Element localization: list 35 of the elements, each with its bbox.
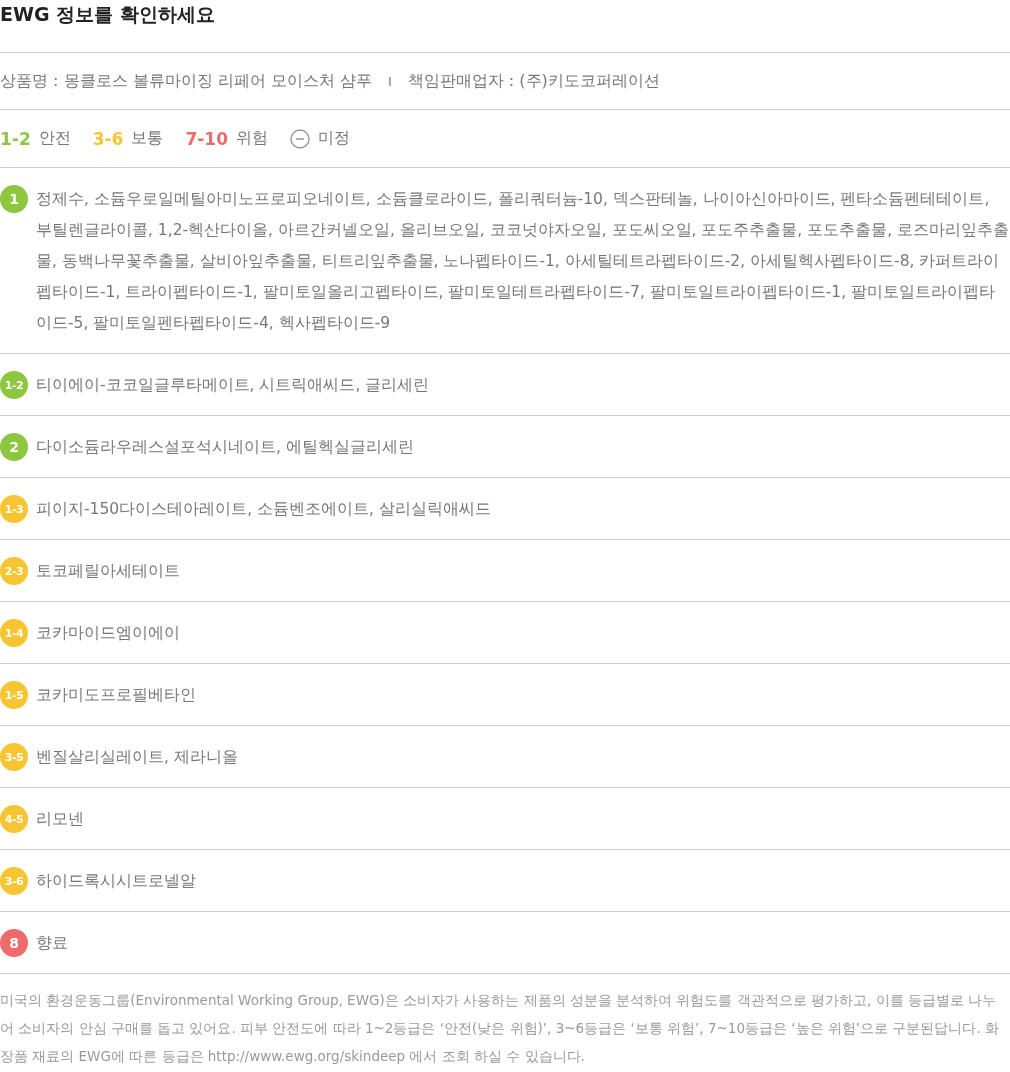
grade-badge: 3-5 xyxy=(0,743,28,771)
ingredient-list: 코카미도프로필베타인 xyxy=(36,680,196,711)
ewg-description: 미국의 환경운동그룹(Environmental Working Group, EWG)은 소비자가 사용하는 제품의 성분을 분석하여 위험도를 객관적으로 평가하고, 이를 등급별로 나누어 소비자의 안심 구매를 돕고 있어요. 피부 안전도에 따라 1~2등급은 ‘안전(낮은 위험)’, 3~6등급은 ‘보통 위험’, 7~10등급은 ‘높은 위험’으로 구분된답니다. 화장품 재료의 EWG에 따른 등급은 http://www.ewg.org/skindeep 에서 조회 하실 수 있습니다. xyxy=(0,991,1001,1066)
section-title: EWG 정보를 확인하세요 xyxy=(0,0,1010,53)
ingredient-list: 피이지-150다이스테아레이트, 소듐벤조에이트, 살리실릭애씨드 xyxy=(36,494,491,525)
separator: I xyxy=(387,73,392,89)
grade-range: 7-10 xyxy=(185,128,228,149)
grade-badge: 1-5 xyxy=(0,681,28,709)
ingredient-list: 리모넨 xyxy=(36,804,84,835)
ingredient-list: 하이드록시시트로넬알 xyxy=(36,866,196,897)
minus-circle-icon xyxy=(290,128,310,149)
grade-badge: 1-2 xyxy=(0,371,28,399)
ingredient-list: 벤질살리실레이트, 제라니올 xyxy=(36,742,238,773)
ingredient-list: 향료 xyxy=(36,928,68,959)
grade-label: 위험 xyxy=(236,128,268,149)
grade-badge: 2-3 xyxy=(0,557,28,585)
grade-label: 미정 xyxy=(318,128,350,149)
grade-badge: 2 xyxy=(0,433,28,461)
ingredient-list: 티이에이-코코일글루타메이트, 시트릭애씨드, 글리세린 xyxy=(36,370,430,401)
grade-badge: 1 xyxy=(0,185,28,213)
grade-badge: 8 xyxy=(0,929,28,957)
grade-badge: 1-3 xyxy=(0,495,28,523)
grade-range: 1-2 xyxy=(0,128,31,149)
grade-badge: 4-5 xyxy=(0,805,28,833)
ingredient-list: 다이소듐라우레스설포석시네이트, 에틸헥실글리세린 xyxy=(36,432,414,463)
ingredient-list: 정제수, 소듐우로일메틸아미노프로피오네이트, 소듐클로라이드, 폴리쿼터늄-10, 덱스판테놀, 나이아신아마이드, 펜타소듐펜테테이트, 부틸렌글라이콜, 1,2-헥산다이올, 아르간커넬오일, 올리브오일, 코코넛야자오일, 포도씨오일, 포도주추출물, 포도추출물, 로즈마리잎추출물, 동백나무꽃추출물, 살비아잎추출물, 티트리잎추출물, 노나펩타이드-1, 아세틸테트라펩타이드-2, 아세틸헥사펩타이드-8, 카퍼트라이펩타이드-1, 트라이펩타이드-1, 팔미토일올리고펩타이드, 팔미토일테트라펩타이드-7, 팔미토일트라이펩타이드-1, 팔미토일트라이펩타이드-5, 팔미토일펜타펩타이드-4, 헥사펩타이드-9 xyxy=(36,184,1010,339)
ingredient-list: 코카마이드엠이에이 xyxy=(36,618,180,649)
grade-label: 안전 xyxy=(38,128,71,149)
grade-badge: 3-6 xyxy=(0,867,28,895)
grade-range: 3-6 xyxy=(92,128,124,149)
grade-badge: 1-4 xyxy=(0,619,28,647)
product-name: 상품명 : 몽클로스 볼류마이징 리페어 모이스처 샴푸 xyxy=(0,70,372,92)
seller-name: 책임판매업자 : (주)키도코퍼레이션 xyxy=(407,70,660,92)
ingredient-list: 토코페릴아세테이트 xyxy=(36,556,180,587)
grade-label: 보통 xyxy=(131,128,164,149)
